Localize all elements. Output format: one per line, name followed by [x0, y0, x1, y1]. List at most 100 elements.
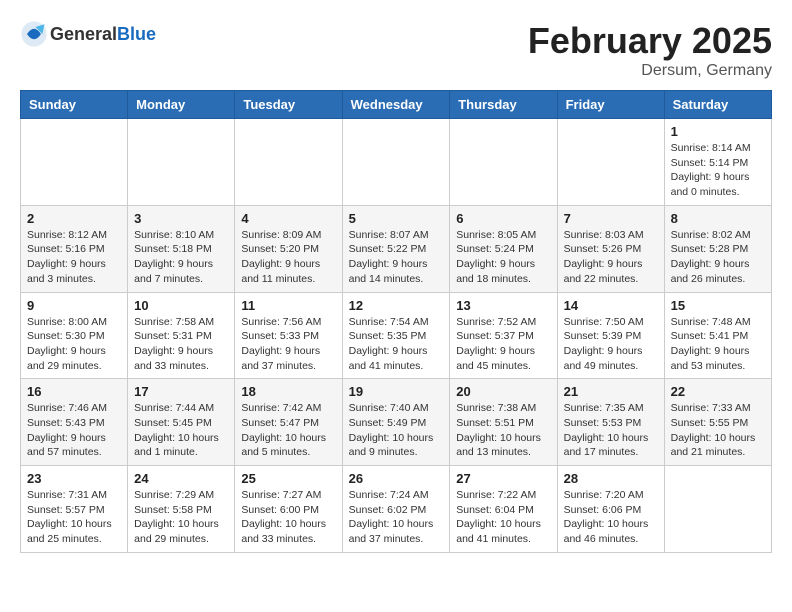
calendar-week-row: 9 Sunrise: 8:00 AM Sunset: 5:30 PM Daylig…: [21, 292, 772, 379]
day-number: 22: [671, 384, 765, 399]
day-number: 14: [564, 298, 658, 313]
day-info: Sunrise: 8:07 AM Sunset: 5:22 PM Dayligh…: [349, 228, 444, 287]
page-header: GeneralBlue February 2025 Dersum, German…: [20, 20, 772, 80]
month-year: February 2025: [528, 20, 772, 62]
day-number: 28: [564, 471, 658, 486]
day-info: Sunrise: 7:22 AM Sunset: 6:04 PM Dayligh…: [456, 488, 550, 547]
calendar-day-cell: 11 Sunrise: 7:56 AM Sunset: 5:33 PM Dayli…: [235, 292, 342, 379]
day-info: Sunrise: 7:24 AM Sunset: 6:02 PM Dayligh…: [349, 488, 444, 547]
calendar-day-cell: 23 Sunrise: 7:31 AM Sunset: 5:57 PM Dayli…: [21, 466, 128, 553]
day-info: Sunrise: 8:10 AM Sunset: 5:18 PM Dayligh…: [134, 228, 228, 287]
day-number: 26: [349, 471, 444, 486]
calendar-day-cell: 18 Sunrise: 7:42 AM Sunset: 5:47 PM Dayli…: [235, 379, 342, 466]
day-info: Sunrise: 7:33 AM Sunset: 5:55 PM Dayligh…: [671, 401, 765, 460]
logo: GeneralBlue: [20, 20, 156, 48]
day-number: 3: [134, 211, 228, 226]
day-info: Sunrise: 8:00 AM Sunset: 5:30 PM Dayligh…: [27, 315, 121, 374]
calendar-day-cell: 14 Sunrise: 7:50 AM Sunset: 5:39 PM Dayli…: [557, 292, 664, 379]
calendar-day-cell: 8Sunrise: 8:02 AM Sunset: 5:28 PM Daylig…: [664, 205, 771, 292]
calendar-day-cell: 13Sunrise: 7:52 AM Sunset: 5:37 PM Dayli…: [450, 292, 557, 379]
day-info: Sunrise: 7:56 AM Sunset: 5:33 PM Dayligh…: [241, 315, 335, 374]
calendar-day-cell: 6 Sunrise: 8:05 AM Sunset: 5:24 PM Daylig…: [450, 205, 557, 292]
day-number: 2: [27, 211, 121, 226]
day-number: 12: [349, 298, 444, 313]
day-number: 19: [349, 384, 444, 399]
weekday-header: Monday: [128, 91, 235, 119]
day-number: 15: [671, 298, 765, 313]
day-number: 10: [134, 298, 228, 313]
calendar-day-cell: 16 Sunrise: 7:46 AM Sunset: 5:43 PM Dayli…: [21, 379, 128, 466]
day-number: 27: [456, 471, 550, 486]
day-info: Sunrise: 7:29 AM Sunset: 5:58 PM Dayligh…: [134, 488, 228, 547]
calendar-day-cell: 27 Sunrise: 7:22 AM Sunset: 6:04 PM Dayli…: [450, 466, 557, 553]
logo-blue: Blue: [117, 24, 156, 44]
calendar-day-cell: 17 Sunrise: 7:44 AM Sunset: 5:45 PM Dayli…: [128, 379, 235, 466]
calendar-day-cell: [21, 119, 128, 206]
calendar-day-cell: 7 Sunrise: 8:03 AM Sunset: 5:26 PM Daylig…: [557, 205, 664, 292]
calendar-table: SundayMondayTuesdayWednesdayThursdayFrid…: [20, 90, 772, 553]
weekday-header: Sunday: [21, 91, 128, 119]
day-number: 7: [564, 211, 658, 226]
calendar-day-cell: 15 Sunrise: 7:48 AM Sunset: 5:41 PM Dayli…: [664, 292, 771, 379]
day-info: Sunrise: 8:03 AM Sunset: 5:26 PM Dayligh…: [564, 228, 658, 287]
day-number: 16: [27, 384, 121, 399]
day-info: Sunrise: 7:50 AM Sunset: 5:39 PM Dayligh…: [564, 315, 658, 374]
calendar-day-cell: 21 Sunrise: 7:35 AM Sunset: 5:53 PM Dayli…: [557, 379, 664, 466]
day-number: 6: [456, 211, 550, 226]
day-number: 20: [456, 384, 550, 399]
day-number: 18: [241, 384, 335, 399]
calendar-day-cell: 20 Sunrise: 7:38 AM Sunset: 5:51 PM Dayli…: [450, 379, 557, 466]
calendar-week-row: 1Sunrise: 8:14 AM Sunset: 5:14 PM Daylig…: [21, 119, 772, 206]
location: Dersum, Germany: [528, 62, 772, 80]
logo-icon: [20, 20, 48, 48]
day-number: 25: [241, 471, 335, 486]
calendar-day-cell: 24 Sunrise: 7:29 AM Sunset: 5:58 PM Dayli…: [128, 466, 235, 553]
day-info: Sunrise: 7:46 AM Sunset: 5:43 PM Dayligh…: [27, 401, 121, 460]
day-info: Sunrise: 8:05 AM Sunset: 5:24 PM Dayligh…: [456, 228, 550, 287]
calendar-week-row: 23 Sunrise: 7:31 AM Sunset: 5:57 PM Dayli…: [21, 466, 772, 553]
day-info: Sunrise: 8:12 AM Sunset: 5:16 PM Dayligh…: [27, 228, 121, 287]
day-number: 17: [134, 384, 228, 399]
weekday-header: Tuesday: [235, 91, 342, 119]
day-number: 11: [241, 298, 335, 313]
calendar-day-cell: [450, 119, 557, 206]
calendar-day-cell: [128, 119, 235, 206]
day-number: 9: [27, 298, 121, 313]
calendar-day-cell: [342, 119, 450, 206]
weekday-header: Thursday: [450, 91, 557, 119]
calendar-day-cell: 25Sunrise: 7:27 AM Sunset: 6:00 PM Dayli…: [235, 466, 342, 553]
calendar-day-cell: 22 Sunrise: 7:33 AM Sunset: 5:55 PM Dayli…: [664, 379, 771, 466]
day-info: Sunrise: 7:54 AM Sunset: 5:35 PM Dayligh…: [349, 315, 444, 374]
day-number: 24: [134, 471, 228, 486]
day-info: Sunrise: 7:48 AM Sunset: 5:41 PM Dayligh…: [671, 315, 765, 374]
calendar-week-row: 2 Sunrise: 8:12 AM Sunset: 5:16 PM Daylig…: [21, 205, 772, 292]
day-number: 4: [241, 211, 335, 226]
day-info: Sunrise: 7:44 AM Sunset: 5:45 PM Dayligh…: [134, 401, 228, 460]
day-info: Sunrise: 7:38 AM Sunset: 5:51 PM Dayligh…: [456, 401, 550, 460]
calendar-day-cell: 12 Sunrise: 7:54 AM Sunset: 5:35 PM Dayli…: [342, 292, 450, 379]
weekday-header-row: SundayMondayTuesdayWednesdayThursdayFrid…: [21, 91, 772, 119]
day-info: Sunrise: 7:42 AM Sunset: 5:47 PM Dayligh…: [241, 401, 335, 460]
calendar-day-cell: 2 Sunrise: 8:12 AM Sunset: 5:16 PM Daylig…: [21, 205, 128, 292]
day-number: 5: [349, 211, 444, 226]
calendar-day-cell: 28 Sunrise: 7:20 AM Sunset: 6:06 PM Dayli…: [557, 466, 664, 553]
logo-general: General: [50, 24, 117, 44]
day-info: Sunrise: 8:02 AM Sunset: 5:28 PM Dayligh…: [671, 228, 765, 287]
day-info: Sunrise: 7:58 AM Sunset: 5:31 PM Dayligh…: [134, 315, 228, 374]
calendar-day-cell: 9 Sunrise: 8:00 AM Sunset: 5:30 PM Daylig…: [21, 292, 128, 379]
calendar-day-cell: 19 Sunrise: 7:40 AM Sunset: 5:49 PM Dayli…: [342, 379, 450, 466]
calendar-week-row: 16 Sunrise: 7:46 AM Sunset: 5:43 PM Dayli…: [21, 379, 772, 466]
day-number: 13: [456, 298, 550, 313]
day-info: Sunrise: 7:31 AM Sunset: 5:57 PM Dayligh…: [27, 488, 121, 547]
day-info: Sunrise: 7:20 AM Sunset: 6:06 PM Dayligh…: [564, 488, 658, 547]
calendar-day-cell: 4Sunrise: 8:09 AM Sunset: 5:20 PM Daylig…: [235, 205, 342, 292]
day-info: Sunrise: 7:35 AM Sunset: 5:53 PM Dayligh…: [564, 401, 658, 460]
calendar-day-cell: [235, 119, 342, 206]
day-info: Sunrise: 7:40 AM Sunset: 5:49 PM Dayligh…: [349, 401, 444, 460]
day-number: 21: [564, 384, 658, 399]
day-number: 23: [27, 471, 121, 486]
calendar-day-cell: 26 Sunrise: 7:24 AM Sunset: 6:02 PM Dayli…: [342, 466, 450, 553]
weekday-header: Friday: [557, 91, 664, 119]
calendar-day-cell: [664, 466, 771, 553]
calendar-day-cell: 5 Sunrise: 8:07 AM Sunset: 5:22 PM Daylig…: [342, 205, 450, 292]
